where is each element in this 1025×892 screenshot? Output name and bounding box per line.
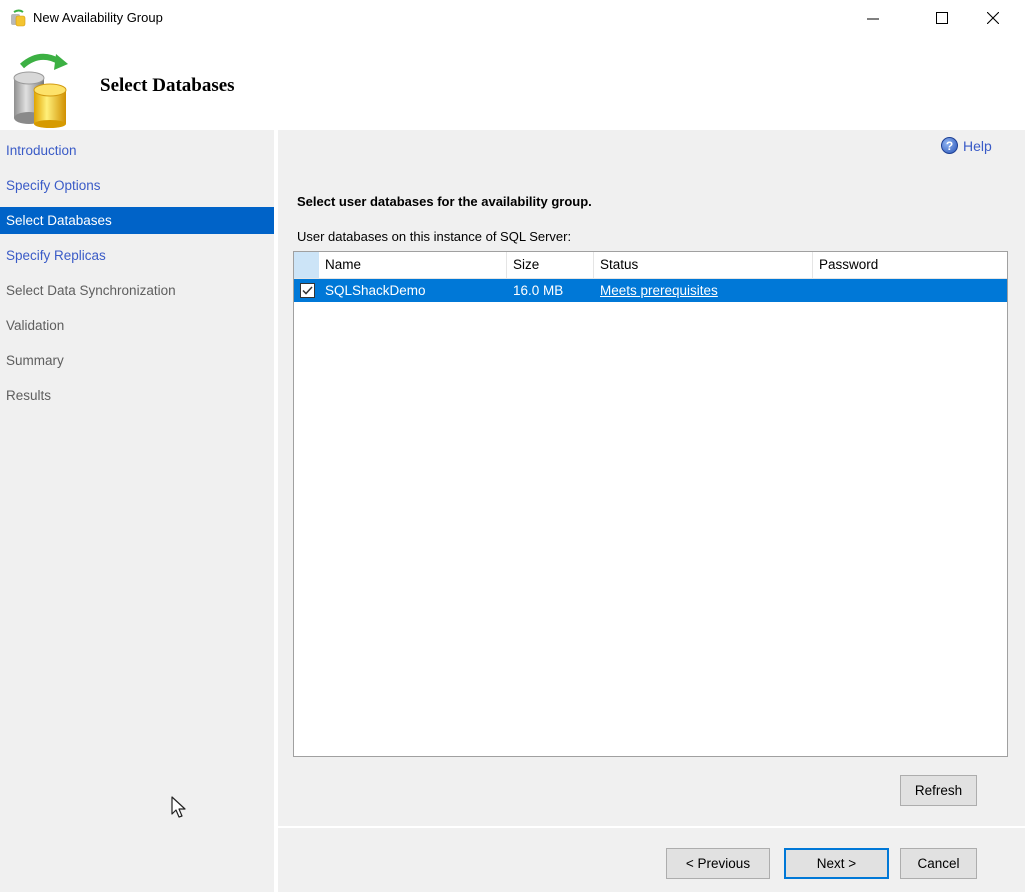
wizard-steps-nav: Introduction Specify Options Select Data… bbox=[0, 130, 274, 892]
window-title: New Availability Group bbox=[33, 10, 163, 25]
cancel-button[interactable]: Cancel bbox=[900, 848, 977, 879]
column-header-name[interactable]: Name bbox=[319, 252, 507, 278]
help-link[interactable]: ? Help bbox=[941, 137, 992, 154]
cell-password[interactable] bbox=[813, 279, 1007, 302]
close-button[interactable] bbox=[970, 0, 1016, 36]
nav-step-summary: Summary bbox=[6, 353, 64, 368]
maximize-button[interactable] bbox=[919, 0, 965, 36]
minimize-button[interactable] bbox=[850, 0, 896, 36]
wizard-footer: < Previous Next > Cancel bbox=[278, 828, 1025, 892]
databases-grid[interactable]: Name Size Status Password SQLShackDemo 1… bbox=[293, 251, 1008, 757]
nav-step-results: Results bbox=[6, 388, 52, 403]
app-icon bbox=[11, 9, 26, 27]
checkmark-icon bbox=[302, 286, 313, 295]
column-header-password[interactable]: Password bbox=[813, 252, 1007, 278]
nav-step-specify-options[interactable]: Specify Options bbox=[0, 172, 274, 199]
cell-database-name: SQLShackDemo bbox=[325, 283, 426, 298]
cell-size: 16.0 MB bbox=[513, 283, 564, 298]
nav-step-select-databases[interactable]: Select Databases bbox=[0, 207, 274, 234]
column-header-size[interactable]: Size bbox=[507, 252, 594, 278]
grid-header: Name Size Status Password bbox=[294, 252, 1007, 279]
select-all-column-header[interactable] bbox=[294, 252, 319, 278]
help-icon: ? bbox=[941, 137, 958, 154]
row-checkbox[interactable] bbox=[300, 283, 315, 298]
wizard-header: Select Databases bbox=[0, 36, 1025, 130]
main-panel: ? Help Select user databases for the ava… bbox=[278, 130, 1025, 826]
next-button[interactable]: Next > bbox=[784, 848, 889, 879]
minimize-icon bbox=[867, 18, 879, 20]
mouse-pointer-icon bbox=[171, 796, 186, 818]
close-icon bbox=[987, 12, 999, 24]
column-header-status[interactable]: Status bbox=[594, 252, 813, 278]
refresh-button[interactable]: Refresh bbox=[900, 775, 977, 806]
maximize-icon bbox=[936, 12, 948, 24]
table-row[interactable]: SQLShackDemo 16.0 MB Meets prerequisites bbox=[294, 279, 1007, 302]
nav-step-introduction[interactable]: Introduction bbox=[0, 137, 274, 164]
database-sync-icon bbox=[13, 53, 68, 128]
nav-step-specify-replicas[interactable]: Specify Replicas bbox=[0, 242, 274, 269]
nav-step-validation: Validation bbox=[6, 318, 65, 333]
cell-status-link[interactable]: Meets prerequisites bbox=[594, 279, 718, 302]
databases-list-label: User databases on this instance of SQL S… bbox=[297, 229, 572, 244]
nav-step-select-data-synchronization: Select Data Synchronization bbox=[6, 283, 176, 298]
title-bar: New Availability Group bbox=[0, 0, 1025, 36]
help-label: Help bbox=[963, 137, 992, 154]
previous-button[interactable]: < Previous bbox=[666, 848, 770, 879]
instruction-text: Select user databases for the availabili… bbox=[297, 194, 592, 209]
page-title: Select Databases bbox=[100, 75, 235, 96]
